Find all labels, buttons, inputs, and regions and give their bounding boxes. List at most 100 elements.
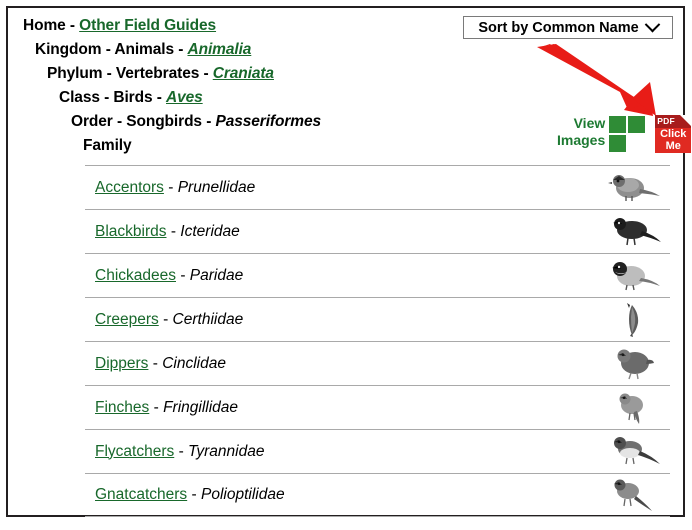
taxonomy-row-class: Class - Birds - Aves xyxy=(16,86,486,110)
pdf-click-me-line1: Click xyxy=(660,128,687,140)
taxonomy-common-order: Songbirds xyxy=(126,113,202,130)
family-dash: - xyxy=(163,310,169,328)
link-aves[interactable]: Aves xyxy=(166,89,203,106)
bird-thumbnail-chickadee[interactable] xyxy=(606,257,664,295)
family-dash: - xyxy=(170,222,176,240)
family-list: Accentors - Prunellidae Blackbirds - Ict… xyxy=(85,165,670,517)
link-other-field-guides[interactable]: Other Field Guides xyxy=(79,17,216,34)
bird-thumbnail-finch[interactable] xyxy=(606,389,664,427)
link-animalia[interactable]: Animalia xyxy=(188,41,252,58)
family-latin-name: Fringillidae xyxy=(163,398,239,416)
taxonomy-separator: - xyxy=(106,65,112,82)
family-latin-name: Polioptilidae xyxy=(200,486,285,503)
sort-dropdown[interactable]: Sort by Common Name xyxy=(463,16,673,39)
taxonomy-common-phylum: Vertebrates xyxy=(115,65,200,82)
taxonomy-rank-order: Order xyxy=(71,113,113,130)
table-row[interactable]: Flycatchers - Tyrannidae xyxy=(85,429,670,473)
family-latin-name: Cinclidae xyxy=(162,354,226,372)
taxonomy-row-kingdom: Kingdom - Animals - Animalia xyxy=(16,38,486,62)
taxonomy-latin-passeriformes: Passeriformes xyxy=(215,113,322,130)
family-label: Gnatcatchers - Polioptilidae xyxy=(85,486,285,504)
taxonomy-separator: - xyxy=(203,65,209,82)
view-images-line1: View xyxy=(573,115,606,131)
red-arrow-annotation xyxy=(537,44,656,116)
family-dash: - xyxy=(168,178,174,196)
family-dash: - xyxy=(191,486,197,503)
taxonomy-rank-home: Home xyxy=(23,17,66,34)
family-dash: - xyxy=(152,354,158,372)
family-label: Accentors - Prunellidae xyxy=(85,179,255,197)
taxonomy-breadcrumb: Home - Other Field Guides Kingdom - Anim… xyxy=(16,14,486,158)
taxonomy-rank-class: Class xyxy=(59,89,100,106)
taxonomy-rank-family: Family xyxy=(83,137,132,154)
table-row[interactable]: Finches - Fringillidae xyxy=(85,385,670,429)
family-link-dippers[interactable]: Dippers xyxy=(95,355,148,372)
pdf-fold-corner-icon xyxy=(680,115,692,126)
sort-dropdown-value: Sort by Common Name xyxy=(478,19,639,36)
family-dash: - xyxy=(153,398,159,416)
pdf-click-me-button[interactable]: PDF Click Me xyxy=(655,115,692,153)
taxonomy-separator: - xyxy=(69,17,75,34)
view-images-thumb-3[interactable] xyxy=(609,135,627,152)
pdf-click-me-text: Click Me xyxy=(655,128,692,153)
bird-thumbnail-creeper[interactable] xyxy=(606,301,664,339)
taxonomy-row-home: Home - Other Field Guides xyxy=(16,14,486,38)
family-latin-name: Paridae xyxy=(189,266,244,284)
table-row[interactable]: Dippers - Cinclidae xyxy=(85,341,670,385)
view-images-thumb-2[interactable] xyxy=(628,116,646,133)
taxonomy-row-family: Family xyxy=(16,134,486,158)
content-frame: Home - Other Field Guides Kingdom - Anim… xyxy=(6,6,692,517)
family-label: Dippers - Cinclidae xyxy=(85,355,226,373)
taxonomy-separator: - xyxy=(206,113,212,130)
bird-thumbnail-accentor[interactable] xyxy=(606,169,664,207)
family-label: Creepers - Certhiidae xyxy=(85,311,243,329)
view-images-line2: Images xyxy=(557,132,606,148)
taxonomy-separator: - xyxy=(156,89,162,106)
taxonomy-separator: - xyxy=(178,41,184,58)
bird-thumbnail-dipper[interactable] xyxy=(606,345,664,383)
family-label: Blackbirds - Icteridae xyxy=(85,223,240,241)
family-label: Flycatchers - Tyrannidae xyxy=(85,443,264,461)
family-link-blackbirds[interactable]: Blackbirds xyxy=(95,223,167,240)
taxonomy-row-phylum: Phylum - Vertebrates - Craniata xyxy=(16,62,486,86)
family-latin-name: Certhiidae xyxy=(172,310,244,328)
bird-thumbnail-blackbird[interactable] xyxy=(606,213,664,251)
chevron-down-icon xyxy=(644,16,660,33)
taxonomy-separator: - xyxy=(104,89,110,106)
page-root: Home - Other Field Guides Kingdom - Anim… xyxy=(0,0,692,530)
view-images-label: View Images xyxy=(557,115,605,149)
bird-thumbnail-gnatcatcher[interactable] xyxy=(606,476,664,514)
table-row[interactable]: Creepers - Certhiidae xyxy=(85,297,670,341)
taxonomy-separator: - xyxy=(116,113,122,130)
taxonomy-common-kingdom: Animals xyxy=(114,41,174,58)
family-dash: - xyxy=(178,442,184,460)
table-row[interactable]: Chickadees - Paridae xyxy=(85,253,670,297)
table-row[interactable]: Blackbirds - Icteridae xyxy=(85,209,670,253)
taxonomy-separator: - xyxy=(105,41,111,58)
family-label: Chickadees - Paridae xyxy=(85,267,243,285)
family-latin-name: Tyrannidae xyxy=(188,442,265,460)
family-latin-name: Icteridae xyxy=(180,222,240,240)
taxonomy-common-class: Birds xyxy=(113,89,153,106)
family-latin-name: Prunellidae xyxy=(177,178,256,196)
family-link-chickadees[interactable]: Chickadees xyxy=(95,267,176,284)
view-images-thumb-1[interactable] xyxy=(609,116,627,133)
table-row[interactable]: Gnatcatchers - Polioptilidae xyxy=(85,473,670,517)
family-link-gnatcatchers[interactable]: Gnatcatchers xyxy=(95,486,187,503)
link-craniata[interactable]: Craniata xyxy=(213,65,274,82)
view-images-grid xyxy=(609,116,646,152)
taxonomy-row-order: Order - Songbirds - Passeriformes xyxy=(16,110,486,134)
view-images-thumb-empty xyxy=(628,135,645,152)
bird-thumbnail-flycatcher[interactable] xyxy=(606,433,664,471)
family-label: Finches - Fringillidae xyxy=(85,399,238,417)
pdf-click-me-line2: Me xyxy=(665,140,681,152)
family-link-accentors[interactable]: Accentors xyxy=(95,179,164,196)
family-link-flycatchers[interactable]: Flycatchers xyxy=(95,443,174,460)
family-dash: - xyxy=(180,266,186,284)
family-link-finches[interactable]: Finches xyxy=(95,399,149,416)
family-link-creepers[interactable]: Creepers xyxy=(95,311,159,328)
taxonomy-rank-kingdom: Kingdom xyxy=(35,41,102,58)
taxonomy-rank-phylum: Phylum xyxy=(47,65,103,82)
view-images-cluster: View Images PDF Click Me xyxy=(557,115,692,153)
table-row[interactable]: Accentors - Prunellidae xyxy=(85,165,670,209)
